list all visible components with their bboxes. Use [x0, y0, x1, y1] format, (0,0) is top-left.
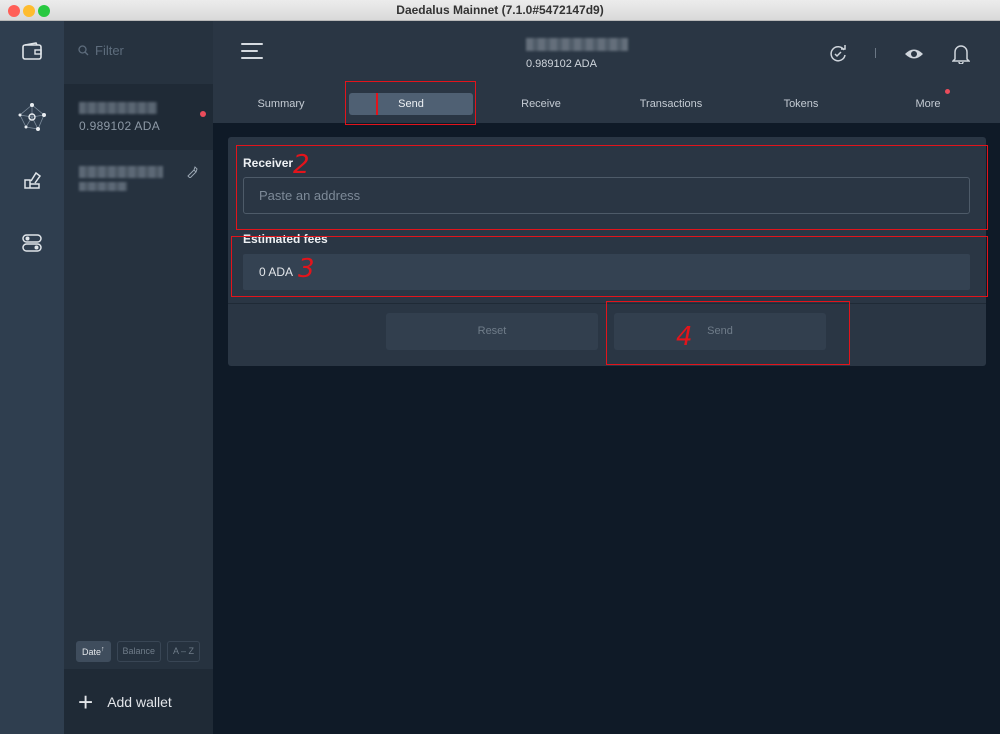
- wallet-filter[interactable]: Filter: [78, 43, 124, 58]
- search-icon: [78, 45, 89, 56]
- notification-dot: [200, 111, 206, 117]
- filter-placeholder: Filter: [95, 43, 124, 58]
- wallet-balance-redacted: [79, 182, 127, 191]
- reset-button[interactable]: Reset: [386, 313, 598, 350]
- tab-more[interactable]: More: [903, 93, 953, 115]
- form-divider: [228, 303, 986, 304]
- tab-receive[interactable]: Receive: [501, 93, 581, 115]
- send-form: Receiver Paste an address Estimated fees…: [228, 137, 986, 366]
- sync-icon[interactable]: [827, 43, 849, 65]
- estimated-fees-value: 0 ADA: [243, 254, 970, 290]
- wallet-balance: 0.989102 ADA: [79, 119, 160, 133]
- wallet-name-redacted: [79, 102, 157, 114]
- wallet-sort-bar: Date↑ Balance A – Z: [76, 641, 201, 662]
- wallet-icon[interactable]: [12, 31, 52, 71]
- settings-toggle-icon[interactable]: [12, 223, 52, 263]
- wallet-header: 0.989102 ADA Summary Send Receive Transa…: [213, 21, 1000, 123]
- sort-balance-button[interactable]: Balance: [116, 641, 162, 662]
- app-window: Daedalus Mainnet (7.1.0#5472147d9) Filte…: [0, 0, 1000, 734]
- wallet-name-redacted: [79, 166, 163, 178]
- tab-tokens[interactable]: Tokens: [761, 93, 841, 115]
- wallet-tabs: Summary Send Receive Transactions Tokens…: [213, 83, 1000, 123]
- eye-icon[interactable]: [903, 43, 925, 65]
- wallet-name-redacted: [526, 38, 628, 51]
- header-divider: [875, 48, 876, 58]
- header-wallet-balance: 0.989102 ADA: [526, 58, 597, 70]
- tab-summary[interactable]: Summary: [241, 93, 321, 115]
- more-badge-dot: [945, 89, 950, 94]
- window-title: Daedalus Mainnet (7.1.0#5472147d9): [396, 3, 604, 17]
- voting-icon[interactable]: [12, 160, 52, 200]
- add-wallet-label: Add wallet: [107, 693, 172, 710]
- wallet-list-item[interactable]: 0.989102 ADA: [64, 84, 213, 150]
- tab-send[interactable]: Send: [349, 93, 473, 115]
- receiver-address-input[interactable]: Paste an address: [243, 177, 970, 214]
- plus-icon: +: [78, 686, 94, 717]
- add-wallet-button[interactable]: + Add wallet: [64, 669, 213, 734]
- receiver-label: Receiver: [243, 156, 294, 170]
- send-button[interactable]: Send: [614, 313, 826, 350]
- sort-alpha-button[interactable]: A – Z: [167, 641, 201, 662]
- title-bar: Daedalus Mainnet (7.1.0#5472147d9): [0, 0, 1000, 21]
- tab-transactions[interactable]: Transactions: [621, 93, 721, 115]
- sort-date-button[interactable]: Date↑: [76, 641, 111, 662]
- menu-icon[interactable]: [241, 43, 263, 64]
- staking-network-icon[interactable]: [10, 95, 54, 139]
- bell-icon[interactable]: [950, 43, 972, 65]
- annotation-mark: [376, 93, 378, 115]
- hardware-wallet-icon: [187, 166, 198, 178]
- estimated-fees-label: Estimated fees: [243, 232, 328, 246]
- wallet-list-item[interactable]: [64, 150, 213, 210]
- nav-rail: [0, 21, 64, 734]
- wallet-list-panel: Filter 0.989102 ADA Date↑ Balance A – Z …: [64, 21, 213, 734]
